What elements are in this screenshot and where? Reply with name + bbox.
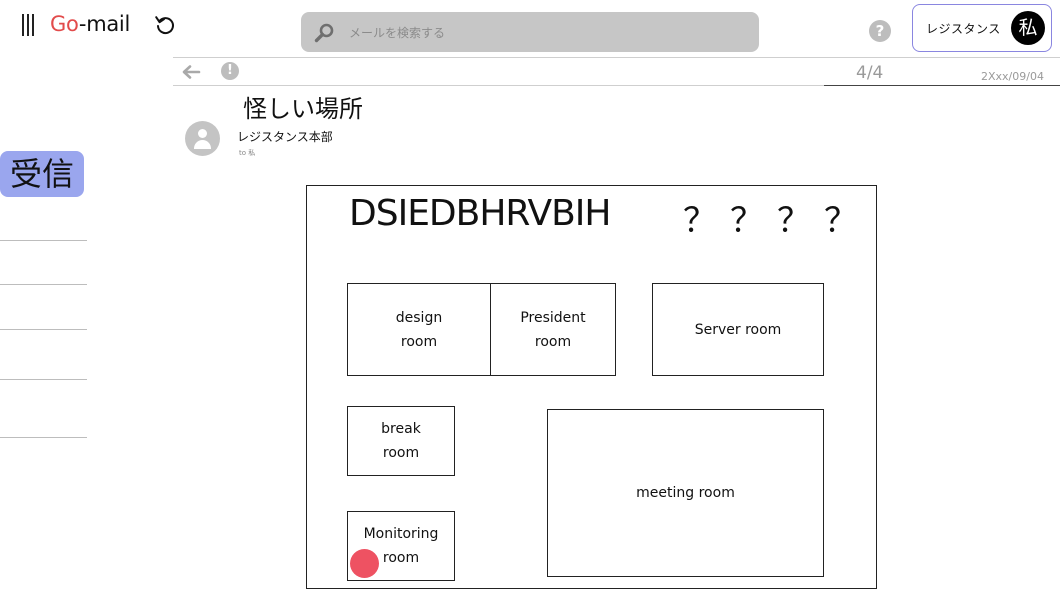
search-input[interactable] bbox=[347, 12, 751, 54]
room-break-label: break room bbox=[381, 421, 421, 461]
logo-part-text: -mail bbox=[78, 12, 130, 36]
recipient-line[interactable]: to 私 bbox=[239, 148, 255, 158]
mail-subject: 怪しい場所 bbox=[243, 95, 363, 123]
sidebar-divider bbox=[0, 240, 87, 241]
avatar: 私 bbox=[1011, 11, 1045, 45]
toolbar-divider-top bbox=[173, 57, 1060, 58]
room-meeting-label: meeting room bbox=[636, 485, 735, 501]
room-meeting: meeting room bbox=[547, 409, 824, 577]
room-design-label: design room bbox=[395, 309, 443, 350]
room-break: break room bbox=[347, 406, 455, 476]
account-button[interactable]: レジスタンス 私 bbox=[912, 4, 1052, 52]
pager: 4/4 bbox=[856, 63, 884, 83]
sidebar-divider bbox=[0, 379, 87, 380]
search-bar[interactable] bbox=[301, 12, 759, 54]
room-president: President room bbox=[490, 283, 616, 376]
mail-date: 2Xxx/09/04 bbox=[981, 70, 1044, 83]
location-marker[interactable] bbox=[350, 549, 379, 578]
sidebar-divider bbox=[0, 437, 87, 438]
report-icon[interactable]: ! bbox=[221, 62, 239, 80]
search-icon[interactable] bbox=[313, 22, 335, 44]
app-logo[interactable]: Go-mail bbox=[50, 12, 130, 36]
help-icon[interactable]: ? bbox=[869, 20, 891, 42]
sidebar-divider bbox=[0, 329, 87, 330]
menu-icon[interactable] bbox=[20, 14, 36, 36]
room-server-label: Server room bbox=[694, 321, 782, 338]
account-name: レジスタンス bbox=[926, 22, 1001, 36]
refresh-icon[interactable] bbox=[153, 13, 177, 37]
toolbar-divider-accent bbox=[824, 85, 1060, 86]
back-arrow-icon[interactable] bbox=[180, 63, 202, 81]
sender-avatar-icon[interactable] bbox=[185, 121, 220, 156]
floor-plan-unknown-marks: ？？？？ bbox=[683, 201, 871, 241]
room-president-label: President room bbox=[520, 309, 586, 350]
logo-part-accent: Go bbox=[50, 12, 79, 36]
sidebar-item-inbox[interactable]: 受信 bbox=[0, 151, 84, 197]
sender-name[interactable]: レジスタンス本部 bbox=[237, 128, 333, 145]
sidebar-divider bbox=[0, 284, 87, 285]
room-design: design room bbox=[347, 283, 491, 376]
room-server: Server room bbox=[652, 283, 824, 376]
floor-plan-code: DSIEDBHRVBIH bbox=[349, 193, 611, 234]
